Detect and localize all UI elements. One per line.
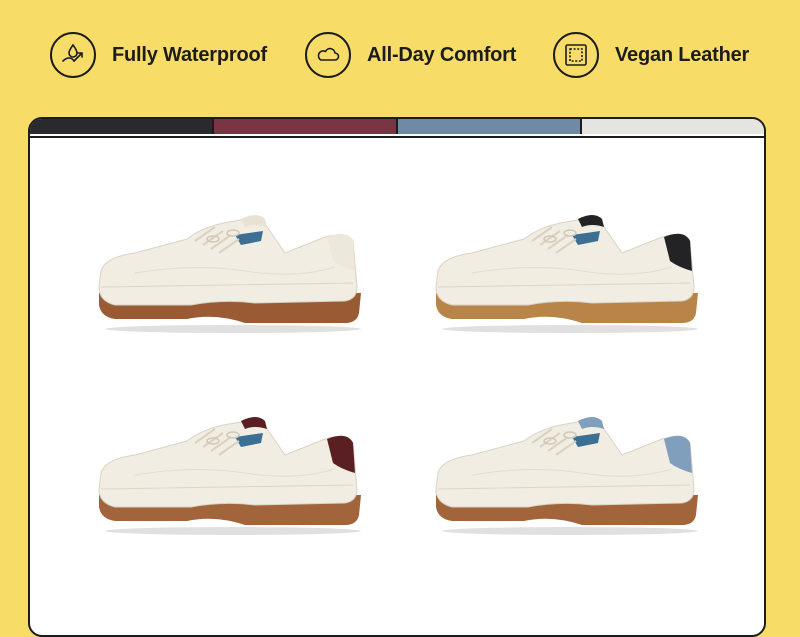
swatch-burgundy[interactable] (214, 119, 398, 134)
shoe-white-lightblue[interactable] (432, 403, 702, 538)
color-swatch-bar (30, 119, 764, 138)
cloud-icon (305, 32, 351, 78)
feature-waterproof: Fully Waterproof (50, 27, 267, 83)
waterproof-icon (50, 32, 96, 78)
shoe-white-black[interactable] (432, 201, 702, 336)
feature-label: Fully Waterproof (112, 43, 267, 66)
product-colorway-card (28, 117, 766, 637)
feature-comfort: All-Day Comfort (305, 27, 516, 83)
feature-label: Vegan Leather (615, 43, 750, 66)
shoe-white-blue[interactable] (95, 201, 365, 336)
swatch-charcoal[interactable] (30, 119, 214, 134)
swatch-slate-blue[interactable] (398, 119, 582, 134)
feature-bar: Fully Waterproof All-Day Comfort Vegan L… (0, 0, 800, 110)
shoe-white-burgundy[interactable] (95, 403, 365, 538)
feature-vegan-leather: Vegan Leather (553, 27, 749, 83)
feature-label: All-Day Comfort (367, 43, 517, 66)
swatch-off-white[interactable] (582, 119, 764, 134)
stitched-square-icon (553, 32, 599, 78)
